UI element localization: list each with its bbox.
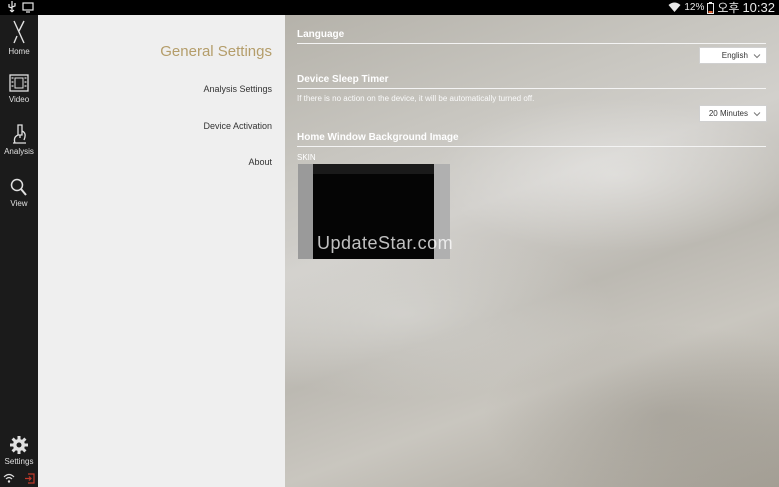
sleep-timer-description: If there is no action on the device, it … (297, 94, 535, 103)
wifi-icon (668, 2, 681, 12)
status-bar: 12% 오후 10:32 (0, 0, 779, 15)
exit-icon[interactable] (24, 473, 35, 484)
gear-icon (10, 436, 28, 454)
rail-item-label: Home (8, 47, 30, 56)
language-dropdown[interactable]: English (699, 47, 767, 64)
rail-item-settings[interactable]: Settings (0, 435, 38, 466)
rail-item-label: Analysis (4, 147, 34, 156)
menu-item-about[interactable]: About (248, 157, 272, 167)
usb-icon (8, 1, 16, 13)
rail-item-label: View (10, 199, 28, 208)
film-icon (9, 74, 29, 92)
rail-item-label: Video (8, 95, 30, 104)
sleep-timer-header: Device Sleep Timer (297, 74, 766, 89)
battery-icon (707, 1, 715, 14)
battery-percent: 12% (684, 2, 705, 13)
sleep-timer-dropdown[interactable]: 20 Minutes (699, 105, 767, 122)
chevron-down-icon (753, 112, 761, 117)
page-title: General Settings (160, 43, 272, 60)
clock: 10:32 (742, 0, 775, 15)
menu-item-analysis-settings[interactable]: Analysis Settings (203, 84, 272, 94)
wifi-small-icon (3, 473, 15, 483)
microscope-icon (13, 124, 26, 144)
rail-item-video[interactable]: Video (0, 73, 38, 104)
navigation-rail: Home Video Analysis View Settings (0, 15, 38, 487)
language-value: English (721, 51, 748, 60)
screen-cast-icon (22, 2, 34, 13)
settings-menu: General Settings Analysis Settings Devic… (38, 15, 285, 487)
sleep-timer-value: 20 Minutes (708, 109, 748, 118)
rail-item-home[interactable]: Home (0, 19, 38, 56)
rail-item-label: Settings (4, 457, 34, 466)
settings-content: Language English Device Sleep Timer If t… (285, 15, 779, 487)
status-right: 12% 오후 10:32 (668, 0, 775, 15)
home-tool-icon (13, 20, 25, 44)
rail-item-analysis[interactable]: Analysis (0, 123, 38, 156)
language-header: Language (297, 29, 766, 44)
menu-item-device-activation[interactable]: Device Activation (203, 121, 272, 131)
search-icon (10, 178, 27, 196)
chevron-down-icon (753, 54, 761, 59)
skin-label: SKIN (297, 153, 316, 162)
rail-item-view[interactable]: View (0, 177, 38, 208)
watermark: UpdateStar.com (317, 233, 454, 253)
background-image-header: Home Window Background Image (297, 132, 766, 147)
time-ampm: 오후 (717, 1, 740, 15)
